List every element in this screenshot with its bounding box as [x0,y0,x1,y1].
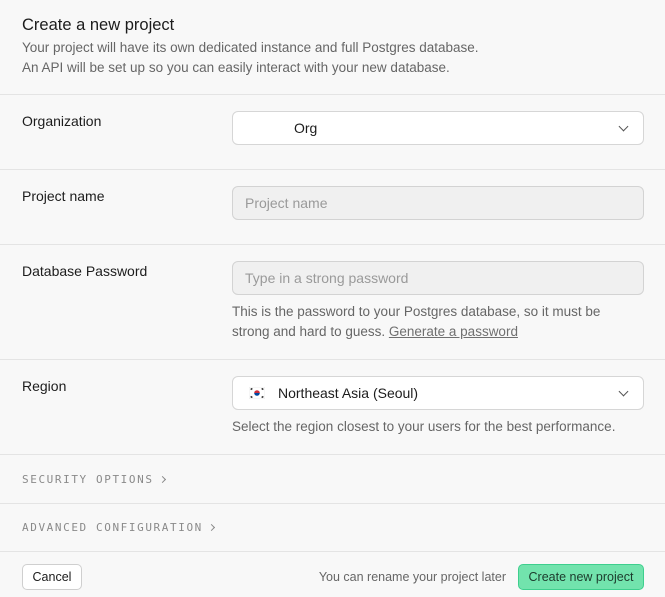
database-password-input[interactable] [232,261,644,295]
database-password-label: Database Password [22,263,148,279]
region-select[interactable]: Northeast Asia (Seoul) [232,376,644,410]
password-help-text: strong and hard to guess. [232,324,386,339]
region-label: Region [22,378,67,394]
create-project-form: Create a new project Your project will h… [0,0,665,597]
generate-password-link[interactable]: Generate a password [389,324,518,339]
organization-section: Organization Org [0,95,665,170]
security-options-section: SECURITY OPTIONS [0,455,665,504]
advanced-configuration-toggle[interactable]: ADVANCED CONFIGURATION [22,521,215,534]
chevron-down-icon [618,121,629,132]
project-name-label: Project name [22,188,105,204]
create-project-button[interactable]: Create new project [518,564,644,590]
advanced-configuration-label: ADVANCED CONFIGURATION [22,521,203,534]
cancel-button[interactable]: Cancel [22,564,82,590]
organization-value: Org [294,120,318,136]
chevron-down-icon [618,386,629,397]
project-name-input[interactable] [232,186,644,220]
form-header: Create a new project Your project will h… [0,0,665,95]
chevron-right-icon [158,475,166,484]
region-value: Northeast Asia (Seoul) [278,385,419,401]
rename-note: You can rename your project later [318,570,506,584]
page-subtitle-line1: Your project will have its own dedicated… [22,40,479,55]
project-name-section: Project name [0,170,665,245]
page-subtitle-line2: An API will be set up so you can easily … [22,60,450,75]
organization-select[interactable]: Org [232,111,644,145]
south-korea-flag-icon [249,387,265,399]
advanced-configuration-section: ADVANCED CONFIGURATION [0,504,665,552]
security-options-label: SECURITY OPTIONS [22,473,154,486]
database-password-section: Database Password This is the password t… [0,245,665,360]
password-help-line2: strong and hard to guess. Generate a pas… [232,322,518,342]
password-help-line1: This is the password to your Postgres da… [232,304,601,319]
region-section: Region Northeast Asia (Seoul) Select the… [0,360,665,455]
security-options-toggle[interactable]: SECURITY OPTIONS [22,473,166,486]
page-title: Create a new project [22,16,175,34]
form-footer: Cancel You can rename your project later… [0,552,665,597]
region-help-text: Select the region closest to your users … [232,419,616,434]
chevron-right-icon [207,523,215,532]
organization-label: Organization [22,113,102,129]
